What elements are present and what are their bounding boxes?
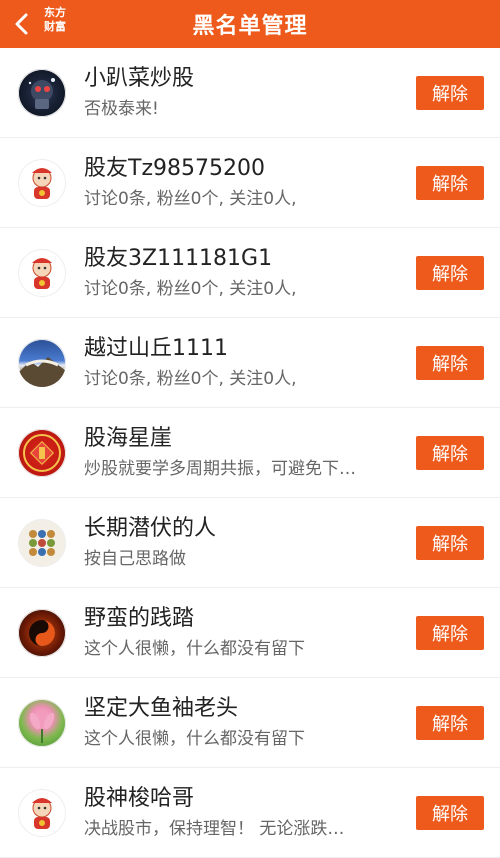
user-desc: 按自己思路做	[84, 548, 186, 569]
user-desc: 炒股就要学多周期共振，可避免下…	[84, 458, 356, 479]
list-item: 野蛮的践踏 这个人很懒，什么都没有留下 解除	[0, 588, 500, 678]
unblock-button[interactable]: 解除	[416, 615, 484, 650]
list-item: 长期潜伏的人 按自己思路做 解除	[0, 498, 500, 588]
robot-avatar[interactable]	[18, 68, 66, 117]
user-desc: 讨论0条, 粉丝0个, 关注0人,	[84, 188, 297, 209]
user-desc: 否极泰来!	[84, 98, 159, 119]
brand-logo: 东方 财富	[44, 6, 66, 33]
back-button[interactable]	[8, 0, 36, 48]
user-desc: 决战股市，保持理智！ 无论涨跌…	[84, 818, 345, 839]
unblock-button[interactable]: 解除	[416, 435, 484, 470]
page-title: 黑名单管理	[192, 14, 308, 39]
dots-avatar[interactable]	[18, 518, 66, 567]
chevron-left-icon	[15, 13, 28, 35]
user-name[interactable]: 股友Tz98575200	[84, 155, 408, 183]
user-name[interactable]: 股友3Z111181G1	[84, 245, 408, 273]
mascot-avatar[interactable]	[18, 788, 66, 837]
user-desc: 讨论0条, 粉丝0个, 关注0人,	[84, 368, 297, 389]
user-desc: 这个人很懒，什么都没有留下	[84, 728, 305, 749]
user-name[interactable]: 股海星崖	[84, 425, 408, 453]
mascot-avatar[interactable]	[18, 248, 66, 297]
unblock-button[interactable]: 解除	[416, 75, 484, 110]
list-item: 股友Tz98575200 讨论0条, 粉丝0个, 关注0人, 解除	[0, 138, 500, 228]
mountain-avatar[interactable]	[18, 338, 66, 387]
user-name[interactable]: 野蛮的践踏	[84, 605, 408, 633]
unblock-button[interactable]: 解除	[416, 795, 484, 830]
list-item: 小趴菜炒股 否极泰来! 解除	[0, 48, 500, 138]
list-item: 股友3Z111181G1 讨论0条, 粉丝0个, 关注0人, 解除	[0, 228, 500, 318]
lotus-avatar[interactable]	[18, 698, 66, 747]
unblock-button[interactable]: 解除	[416, 345, 484, 380]
user-name[interactable]: 股神梭哈哥	[84, 785, 408, 813]
list-item: 股海星崖 炒股就要学多周期共振，可避免下… 解除	[0, 408, 500, 498]
list-item: 越过山丘1111 讨论0条, 粉丝0个, 关注0人, 解除	[0, 318, 500, 408]
blacklist-list: 小趴菜炒股 否极泰来! 解除 股友Tz98575200 讨论0条, 粉丝0个, …	[0, 48, 500, 858]
unblock-button[interactable]: 解除	[416, 525, 484, 560]
taiji-avatar[interactable]	[18, 608, 66, 657]
list-item: 股神梭哈哥 决战股市，保持理智！ 无论涨跌… 解除	[0, 768, 500, 858]
unblock-button[interactable]: 解除	[416, 165, 484, 200]
user-desc: 讨论0条, 粉丝0个, 关注0人,	[84, 278, 297, 299]
user-name[interactable]: 小趴菜炒股	[84, 65, 408, 93]
unblock-button[interactable]: 解除	[416, 255, 484, 290]
mascot-avatar[interactable]	[18, 158, 66, 207]
user-name[interactable]: 长期潜伏的人	[84, 515, 408, 543]
list-item: 坚定大鱼袖老头 这个人很懒，什么都没有留下 解除	[0, 678, 500, 768]
unblock-button[interactable]: 解除	[416, 705, 484, 740]
user-name[interactable]: 坚定大鱼袖老头	[84, 695, 408, 723]
app-header: 东方 财富 黑名单管理	[0, 0, 500, 48]
user-name[interactable]: 越过山丘1111	[84, 335, 408, 363]
fu-avatar[interactable]	[18, 428, 66, 477]
user-desc: 这个人很懒，什么都没有留下	[84, 638, 305, 659]
